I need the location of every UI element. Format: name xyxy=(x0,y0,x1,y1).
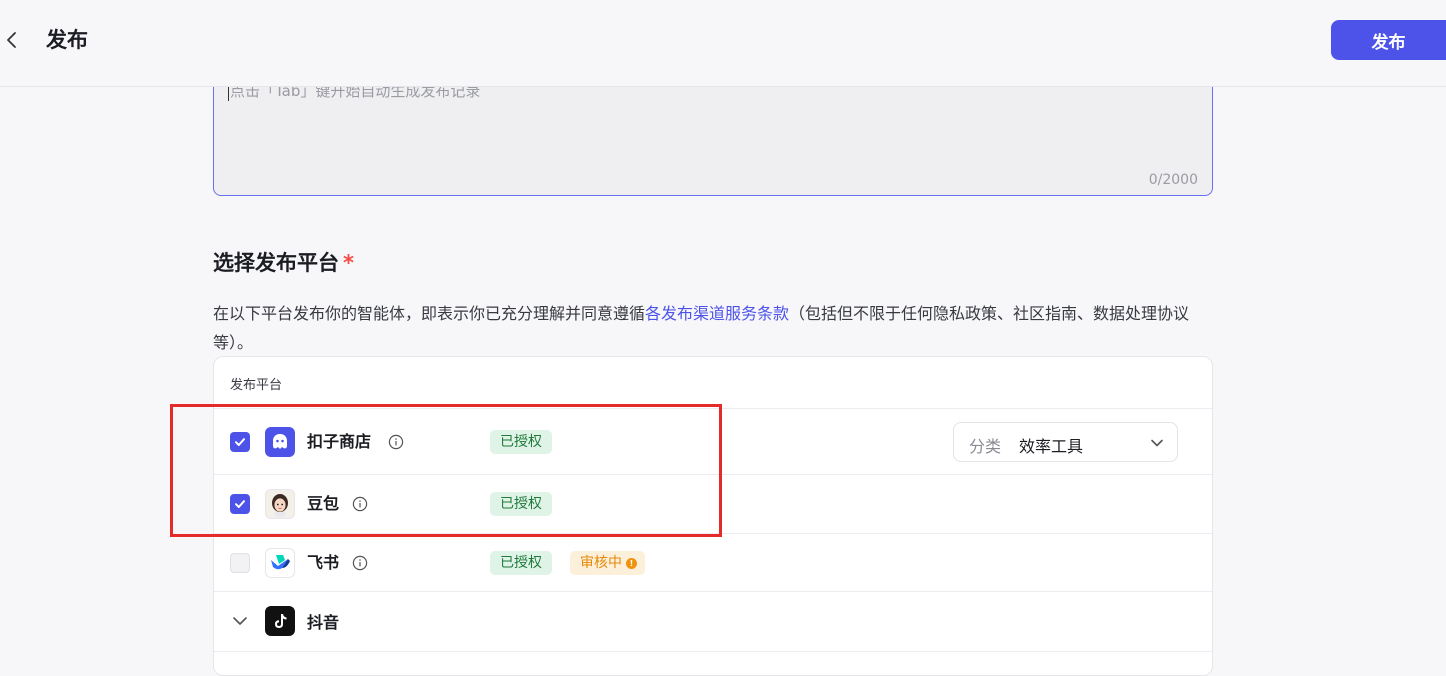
info-icon[interactable] xyxy=(388,434,404,450)
category-select[interactable]: 分类 效率工具 xyxy=(953,422,1178,462)
douyin-icon xyxy=(265,606,295,636)
back-arrow-icon[interactable] xyxy=(0,26,24,54)
coze-store-checkbox[interactable] xyxy=(230,432,250,452)
platform-row-feishu: 飞书 已授权 审核中 ! xyxy=(214,534,1212,592)
check-icon xyxy=(235,438,245,446)
expand-chevron-icon[interactable] xyxy=(230,611,250,631)
authorized-badge: 已授权 xyxy=(490,551,552,575)
platform-table: 发布平台 扣子商店 已授权 分类 效率工具 豆包 已授权 飞书 已授权 审核中 … xyxy=(213,356,1213,676)
info-icon[interactable] xyxy=(352,555,368,571)
doubao-icon xyxy=(265,489,295,519)
platform-name: 豆包 xyxy=(307,494,340,513)
platform-name: 扣子商店 xyxy=(307,432,372,451)
platform-row-doubao: 豆包 已授权 xyxy=(214,475,1212,534)
required-mark: * xyxy=(343,251,354,275)
coze-store-icon xyxy=(265,427,295,457)
platform-row-douyin: 抖音 xyxy=(214,592,1212,652)
info-icon[interactable] xyxy=(352,496,368,512)
page-title: 发布 xyxy=(46,28,88,52)
feishu-icon xyxy=(265,548,295,578)
warning-icon[interactable]: ! xyxy=(626,557,637,569)
platform-name: 飞书 xyxy=(307,553,340,572)
review-status-badge: 审核中 ! xyxy=(570,551,645,575)
category-value: 效率工具 xyxy=(1019,437,1084,456)
terms-text-prefix: 在以下平台发布你的智能体，即表示你已充分理解并同意遵循 xyxy=(213,304,646,323)
doubao-checkbox[interactable] xyxy=(230,494,250,514)
terms-description: 在以下平台发布你的智能体，即表示你已充分理解并同意遵循各发布渠道服务条款（包括但… xyxy=(213,299,1218,357)
publish-button[interactable]: 发布 xyxy=(1331,20,1446,60)
char-counter: 0/2000 xyxy=(1148,172,1198,188)
section-title: 选择发布平台 * xyxy=(213,249,354,277)
authorized-badge: 已授权 xyxy=(490,492,552,516)
section-title-text: 选择发布平台 xyxy=(213,251,339,275)
feishu-checkbox[interactable] xyxy=(230,553,250,573)
authorized-badge: 已授权 xyxy=(490,430,552,454)
chevron-down-icon xyxy=(1151,439,1163,447)
table-header: 发布平台 xyxy=(214,357,1212,409)
review-status-text: 审核中 xyxy=(580,555,622,571)
check-icon xyxy=(235,500,245,508)
terms-link[interactable]: 各发布渠道服务条款 xyxy=(645,304,789,323)
category-label: 分类 xyxy=(969,437,1002,456)
top-bar: 发布 发布 xyxy=(0,0,1446,87)
platform-name: 抖音 xyxy=(307,613,340,632)
table-header-label: 发布平台 xyxy=(230,378,283,393)
platform-row-coze-store: 扣子商店 已授权 分类 效率工具 xyxy=(214,409,1212,475)
